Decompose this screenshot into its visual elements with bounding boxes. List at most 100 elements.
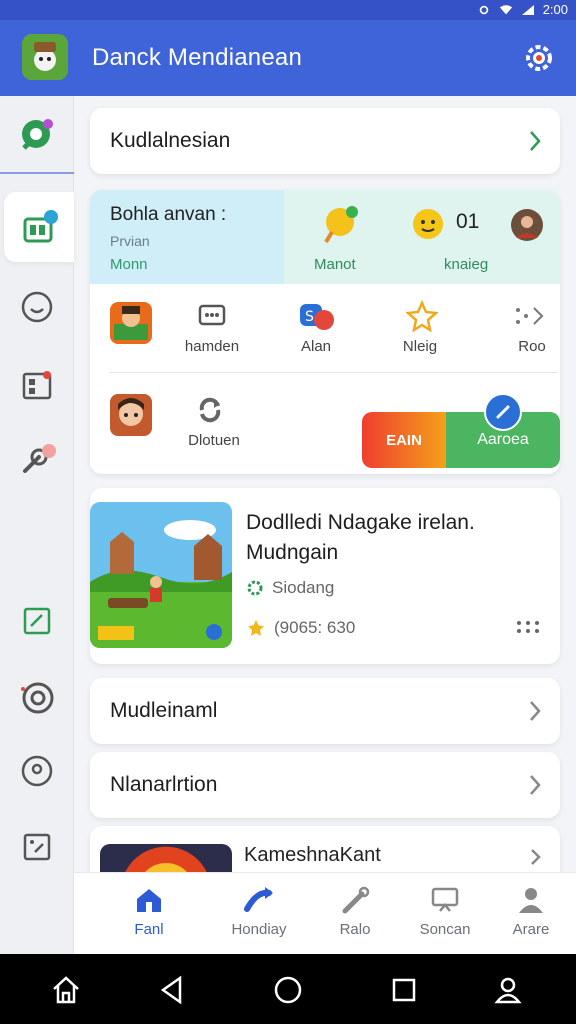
chat-icon bbox=[22, 119, 53, 150]
panel-divider bbox=[110, 372, 558, 373]
rail-item-tool[interactable] bbox=[8, 432, 66, 490]
grid-label-1: hamden bbox=[184, 338, 240, 355]
avatar[interactable] bbox=[510, 208, 544, 242]
nav-item-profile[interactable]: Arare bbox=[486, 885, 576, 938]
square-icon bbox=[392, 978, 416, 1002]
nav-label: Hondiay bbox=[231, 921, 287, 938]
row-label: Mudleinaml bbox=[110, 699, 218, 722]
screen-icon bbox=[431, 887, 459, 912]
game-meta-developer: Siodang bbox=[246, 578, 334, 598]
svg-text:S: S bbox=[305, 309, 314, 325]
nav-label: Ralo bbox=[339, 921, 371, 938]
nav-item-screen[interactable]: Soncan bbox=[400, 885, 490, 938]
grid-item-refresh[interactable] bbox=[194, 394, 230, 428]
row-label: Kudlalnesian bbox=[110, 129, 231, 152]
grid-label-3: Nleig bbox=[402, 338, 438, 355]
game-title: Dodlledi Ndagake irelan. Mudngain bbox=[246, 511, 475, 564]
stat-value-2: 01 bbox=[456, 210, 480, 233]
more-dots-icon[interactable] bbox=[516, 620, 540, 634]
row-card-third[interactable]: Nlanarlrtion bbox=[90, 752, 560, 818]
dashboard-panel: Bohla anvan : Prvian Monn Manot 01 knaie… bbox=[90, 190, 560, 474]
grid-icon bbox=[22, 371, 52, 400]
star-icon bbox=[248, 620, 264, 636]
nav-label: Arare bbox=[512, 921, 550, 938]
rail-item-grid[interactable] bbox=[8, 356, 66, 414]
target-icon bbox=[21, 682, 54, 714]
nav-label: Fanl bbox=[134, 921, 164, 938]
nav-item-home[interactable]: Fanl bbox=[104, 885, 194, 938]
grid-label-2: Alan bbox=[300, 338, 332, 355]
character-app-icon[interactable] bbox=[110, 394, 152, 436]
earn-button[interactable]: EAIN Aaroea bbox=[362, 412, 560, 468]
game-app-icon[interactable] bbox=[110, 302, 152, 344]
app-bar: Danck Mendianean bbox=[0, 20, 576, 96]
wrench-icon bbox=[23, 444, 56, 473]
chevron-right-icon bbox=[531, 849, 541, 865]
gear-icon bbox=[526, 45, 552, 71]
row-card-second[interactable]: Mudleinaml bbox=[90, 678, 560, 744]
game-developer: Siodang bbox=[272, 578, 335, 597]
chevron-right-icon bbox=[530, 131, 541, 151]
stat-label-1: Manot bbox=[314, 256, 356, 273]
frame-icon bbox=[23, 833, 51, 861]
app-logo bbox=[22, 34, 68, 80]
grid-item-star[interactable] bbox=[405, 299, 446, 336]
edit-box-icon bbox=[23, 607, 51, 635]
status-bar: 2:00 bbox=[0, 0, 576, 20]
system-recents-button[interactable] bbox=[386, 972, 422, 1008]
stats-title: Bohla anvan : bbox=[110, 204, 227, 225]
game-rating: (9065: 630 bbox=[274, 618, 356, 637]
system-profile-button[interactable] bbox=[490, 972, 526, 1008]
rail-item-location[interactable] bbox=[8, 742, 66, 800]
emoji-face-icon bbox=[413, 209, 443, 239]
game-meta-rating: (9065: 630 bbox=[246, 618, 355, 638]
grid-item-more[interactable] bbox=[514, 304, 548, 334]
nav-item-share[interactable]: Hondiay bbox=[214, 885, 304, 938]
home-outline-icon bbox=[53, 976, 79, 1004]
store-icon bbox=[23, 210, 58, 243]
back-triangle-icon bbox=[160, 975, 182, 1005]
game-thumbnail bbox=[90, 502, 232, 648]
row-label: Nlanarlrtion bbox=[110, 773, 218, 796]
app-title: Danck Mendianean bbox=[92, 44, 303, 71]
signal-icon bbox=[521, 4, 534, 15]
settings-button[interactable] bbox=[520, 39, 558, 77]
system-back-button[interactable] bbox=[154, 972, 190, 1008]
wifi-icon bbox=[499, 4, 512, 14]
stats-subtitle: Prvian bbox=[110, 233, 150, 249]
rail-divider bbox=[0, 172, 74, 174]
chevron-right-icon bbox=[530, 775, 541, 795]
rail-item-edit[interactable] bbox=[8, 592, 66, 650]
tools-icon bbox=[342, 886, 370, 914]
rail-item-smile[interactable] bbox=[8, 278, 66, 336]
person-icon bbox=[519, 888, 543, 913]
app-s-icon: S bbox=[300, 304, 334, 330]
partial-title: KameshnaKant bbox=[244, 844, 381, 866]
refresh-gear-icon bbox=[199, 397, 221, 423]
stats-strip: Bohla anvan : Prvian Monn Manot 01 knaie… bbox=[90, 190, 560, 284]
grid-label-4: Roo bbox=[518, 338, 546, 355]
earn-label: EAIN bbox=[362, 412, 446, 468]
home-icon bbox=[137, 889, 161, 912]
stats-subtitle-2: Monn bbox=[110, 256, 148, 273]
settings-gear-icon bbox=[479, 5, 488, 14]
nav-label: Soncan bbox=[419, 921, 471, 938]
circle-icon bbox=[274, 976, 302, 1004]
smile-icon bbox=[21, 291, 53, 323]
nav-item-tools[interactable]: Ralo bbox=[310, 885, 400, 938]
status-time: 2:00 bbox=[542, 2, 568, 17]
more-arrow-icon bbox=[516, 307, 544, 325]
system-home-button[interactable] bbox=[48, 972, 84, 1008]
rail-item-frame[interactable] bbox=[8, 818, 66, 876]
grid-label-5: Dlotuen bbox=[188, 432, 240, 449]
edit-badge[interactable] bbox=[484, 393, 522, 431]
row-card-top[interactable]: Kudlalnesian bbox=[90, 108, 560, 174]
grid-item-dialog[interactable] bbox=[192, 302, 232, 334]
location-icon bbox=[21, 755, 53, 787]
rail-item-chat[interactable] bbox=[8, 106, 66, 164]
game-card[interactable]: Dodlledi Ndagake irelan. Mudngain Siodan… bbox=[90, 488, 560, 664]
grid-item-app[interactable]: S bbox=[298, 300, 338, 336]
system-home-circle-button[interactable] bbox=[270, 972, 306, 1008]
rail-item-target[interactable] bbox=[8, 668, 66, 726]
rail-item-store[interactable] bbox=[4, 192, 74, 262]
